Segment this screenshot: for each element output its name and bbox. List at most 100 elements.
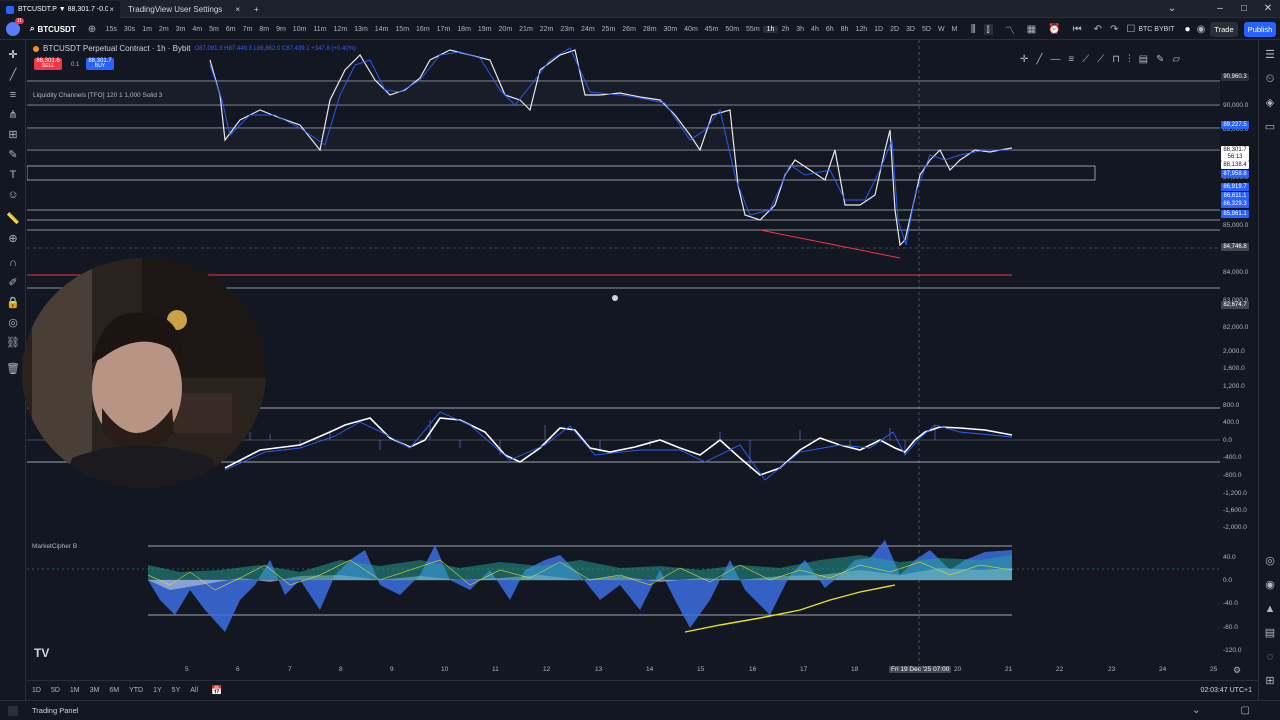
timeframe-11m[interactable]: 11m [310,26,330,33]
fork-tool-icon[interactable]: ⟋ [1097,54,1104,65]
timeframe-15m[interactable]: 15m [392,26,413,33]
stay-drawing-icon[interactable]: ✐ [6,276,20,290]
timeframe-8h[interactable]: 8h [837,26,852,33]
tab-close-icon[interactable]: × [109,5,114,14]
symbol-search[interactable]: ⌕ BTCUSDT [24,24,82,34]
buy-button[interactable]: 88,301.7 BUY [86,58,114,70]
layers-icon[interactable]: ◈ [1263,96,1277,110]
timeframe-50m[interactable]: 50m [722,26,743,33]
timeframe-23m[interactable]: 23m [557,26,578,33]
target-icon[interactable]: ◎ [1263,554,1277,568]
emoji-icon[interactable]: ☺ [6,188,20,202]
settings-icon[interactable]: ● [1185,24,1191,35]
pulse-icon[interactable]: ◌ [1263,650,1277,664]
timeframe-1h[interactable]: 1h [763,25,778,33]
trendline-icon[interactable]: ╱ [6,68,20,82]
broker-checkbox-icon[interactable]: ☐ [1126,24,1135,35]
collapse-panel-icon[interactable]: ⌄ [1192,705,1200,716]
publish-button[interactable]: Publish [1244,22,1276,37]
close-window-button[interactable]: ✕ [1256,0,1280,18]
redo-icon[interactable]: ↷ [1110,24,1118,35]
range-1M[interactable]: 1M [65,687,85,694]
timeframe-13m[interactable]: 13m [351,26,372,33]
range-1Y[interactable]: 1Y [148,687,167,694]
avatar[interactable]: 11 [6,18,24,36]
maximize-panel-icon[interactable]: ▢ [1241,705,1250,716]
timeframe-16m[interactable]: 16m [413,26,434,33]
timeframe-9m[interactable]: 9m [273,26,290,33]
timeframe-21m[interactable]: 21m [516,26,537,33]
magnet-icon[interactable]: ∩ [6,256,20,270]
timeframe-40m[interactable]: 40m [681,26,702,33]
browser-tab-settings[interactable]: TradingView User Settings × [122,1,246,18]
lines-tool-icon[interactable]: ≡ [1068,54,1074,65]
indicators-icon[interactable]: 〽 [1005,22,1015,37]
link-icon[interactable]: ⛓ [6,336,20,350]
hline-tool-icon[interactable]: — [1050,54,1060,65]
trash-icon[interactable]: 🗑 [6,362,20,376]
minimize-button[interactable]: – [1208,0,1232,18]
tab-close-icon[interactable]: × [235,5,240,14]
timeframe-12m[interactable]: 12m [330,26,351,33]
timeframe-2D[interactable]: 2D [887,26,903,33]
eye-icon[interactable]: ◎ [6,316,20,330]
clock-label[interactable]: 02:03:47 UTC+1 [1200,687,1252,694]
trading-panel-tab[interactable]: Trading Panel [32,706,78,715]
timeframe-6m[interactable]: 6m [222,26,239,33]
timeframe-6h[interactable]: 6h [822,26,837,33]
sell-button[interactable]: 88,301.6 SELL [34,58,62,70]
rays-tool-icon[interactable]: ⟋ [1082,54,1089,65]
timeframe-M[interactable]: M [948,26,961,33]
text-icon[interactable]: T [6,168,20,182]
indicator-market-cipher[interactable]: MarketCipher B [32,543,77,550]
chat-icon[interactable]: ▭ [1263,120,1277,134]
timeframe-3D[interactable]: 3D [903,26,919,33]
candle-style-icon[interactable]: ⫼ [971,24,976,35]
timeframe-3h[interactable]: 3h [793,26,808,33]
grid-icon[interactable]: ⊞ [1263,674,1277,688]
undo-icon[interactable]: ↶ [1094,24,1102,35]
timeframe-5m[interactable]: 5m [206,26,223,33]
horizontal-lines-icon[interactable]: ≡ [6,88,20,102]
range-3M[interactable]: 3M [85,687,105,694]
fib-icon[interactable]: ⊞ [6,128,20,142]
goto-date-icon[interactable]: 📅 [211,685,222,696]
timeframe-30m[interactable]: 30m [660,26,681,33]
timeframe-26m[interactable]: 26m [619,26,640,33]
ideas-icon[interactable]: ◉ [1263,578,1277,592]
new-tab-button[interactable]: + [248,1,262,18]
brush-icon[interactable]: ✎ [6,148,20,162]
camera-icon[interactable]: ◉ [1197,24,1206,35]
alerts-icon[interactable]: ⏲ [1263,72,1277,86]
timeframe-7m[interactable]: 7m [239,26,256,33]
range-5Y[interactable]: 5Y [167,687,186,694]
channel-tool-icon[interactable]: ⫶ [1128,54,1131,65]
timeframe-10m[interactable]: 10m [289,26,310,33]
tab-search-icon[interactable]: ⌄ [1160,0,1184,18]
indicator-liquidity-channels[interactable]: Liquidity Channels [TFO] 120 1 1,000 Sol… [33,92,162,99]
timeframe-22m[interactable]: 22m [536,26,557,33]
range-YTD[interactable]: YTD [124,687,148,694]
broker-label[interactable]: BTC BYBIT [1138,26,1174,33]
range-6M[interactable]: 6M [104,687,124,694]
timeframe-20m[interactable]: 20m [495,26,516,33]
lock-icon[interactable]: 🔒 [6,296,20,310]
timeframe-30s[interactable]: 30s [120,26,138,33]
timeframe-17m[interactable]: 17m [433,26,454,33]
ruler-icon[interactable]: 📏 [6,212,20,226]
timeframe-3m[interactable]: 3m [172,26,189,33]
grid-tool-icon[interactable]: ▤ [1139,54,1148,65]
pitchfork-icon[interactable]: ⋔ [6,108,20,122]
timeframe-55m[interactable]: 55m [743,26,764,33]
calendar-icon[interactable]: ▤ [1263,626,1277,640]
timeframe-1D[interactable]: 1D [871,26,887,33]
watchlist-icon[interactable]: ☰ [1263,48,1277,62]
range-5D[interactable]: 5D [46,687,65,694]
bar-chart-icon[interactable]: ⫾ [983,23,993,35]
range-All[interactable]: All [185,687,203,694]
timeframe-14m[interactable]: 14m [371,26,392,33]
timeframe-2h[interactable]: 2h [778,26,793,33]
maximize-button[interactable]: □ [1232,0,1256,18]
browser-tab-chart[interactable]: BTCUSDT.P ▼ 88,301.7 -0.01% × [0,1,120,18]
timeframe-4h[interactable]: 4h [808,26,823,33]
